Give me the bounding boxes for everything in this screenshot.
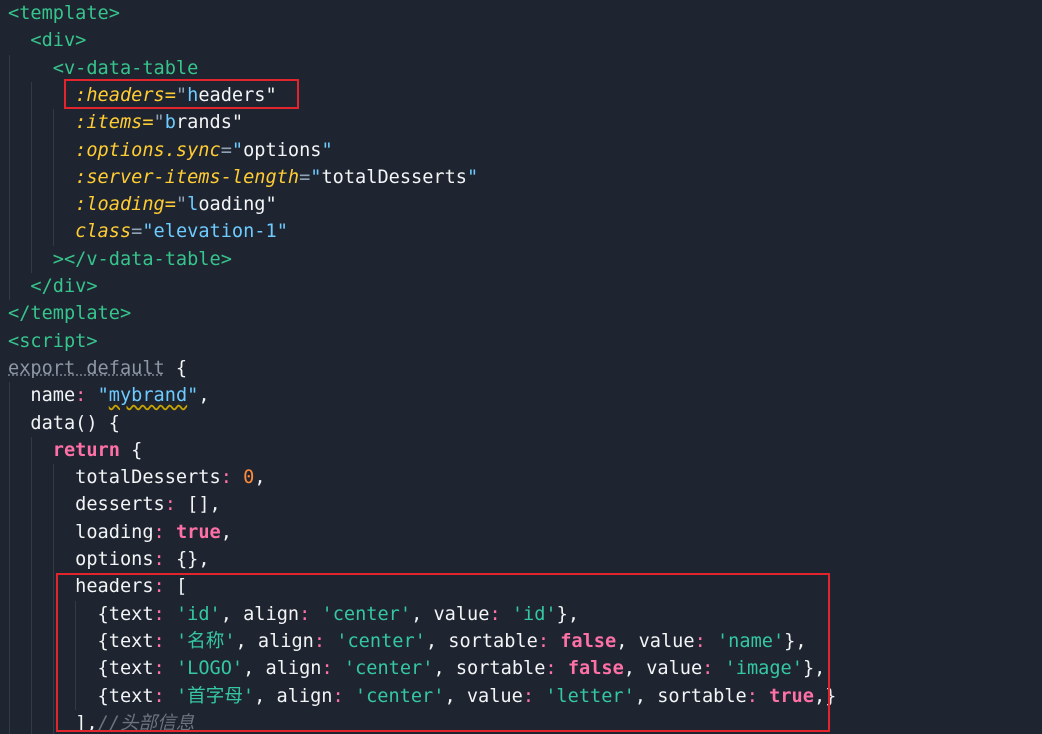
- code-token: () {: [75, 412, 120, 434]
- headers-attribute-highlight: [64, 79, 299, 109]
- code-token: desserts: [75, 494, 165, 516]
- code-line[interactable]: class="elevation-1": [8, 218, 288, 245]
- code-token: "elevation-1": [142, 221, 288, 243]
- code-token: {: [164, 357, 188, 379]
- code-token: name: [30, 385, 76, 407]
- code-token: </template>: [8, 303, 132, 325]
- code-line[interactable]: </template>: [8, 300, 131, 327]
- code-token: totalDesserts: [75, 467, 221, 489]
- code-token: :items=: [75, 112, 154, 134]
- code-token: ": [187, 385, 199, 407]
- code-line[interactable]: :server-items-length="totalDesserts": [8, 164, 478, 191]
- code-token: loading: [75, 521, 154, 543]
- code-line[interactable]: <div>: [8, 27, 86, 54]
- code-token: :options.sync: [75, 139, 221, 161]
- code-line[interactable]: <v-data-table: [8, 55, 199, 82]
- code-token: ,: [220, 521, 232, 543]
- code-token: b: [164, 112, 176, 134]
- code-token: ></v-data-table>: [52, 248, 232, 270]
- code-token: :: [75, 385, 87, 407]
- code-editor[interactable]: <template> <div> <v-data-table :headers=…: [0, 0, 1042, 734]
- code-token: {: [119, 439, 143, 461]
- code-token: :: [164, 494, 176, 516]
- code-token: {},: [164, 549, 210, 570]
- code-token: ,: [198, 385, 210, 407]
- code-token: return: [52, 439, 120, 461]
- code-token: ": [310, 166, 322, 188]
- code-token: :server-items-length: [75, 166, 300, 188]
- code-token: <v-data-table: [52, 57, 199, 79]
- code-line[interactable]: options: {},: [8, 546, 210, 573]
- code-token: l: [187, 194, 199, 216]
- code-token: [],: [175, 494, 221, 516]
- code-token: :: [153, 549, 165, 570]
- code-token: ,: [254, 467, 266, 489]
- code-token: rands": [175, 112, 244, 134]
- code-token: ": [467, 166, 479, 188]
- code-line[interactable]: :items="brands": [8, 109, 243, 136]
- code-line[interactable]: <script>: [8, 328, 98, 355]
- code-line[interactable]: data() {: [8, 410, 120, 437]
- code-line[interactable]: return {: [8, 437, 143, 464]
- code-token: =: [299, 166, 311, 188]
- code-token: export default: [8, 357, 165, 379]
- code-token: options: [75, 549, 154, 570]
- code-token: data: [30, 412, 76, 434]
- code-token: ": [175, 194, 188, 216]
- code-token: true: [175, 521, 221, 543]
- code-token: =: [220, 139, 232, 161]
- code-line[interactable]: loading: true,: [8, 519, 232, 546]
- code-token: :: [153, 521, 165, 543]
- code-token: <template>: [8, 3, 120, 24]
- code-token: ": [97, 385, 109, 407]
- code-line[interactable]: ></v-data-table>: [8, 246, 232, 273]
- code-line[interactable]: </div>: [8, 273, 98, 300]
- code-line[interactable]: totalDesserts: 0,: [8, 464, 266, 491]
- code-line[interactable]: <template>: [8, 0, 120, 27]
- code-line[interactable]: export default {: [8, 355, 187, 382]
- code-token: </div>: [30, 276, 98, 297]
- code-token: oading": [198, 194, 277, 216]
- code-token: ": [231, 139, 244, 161]
- code-line[interactable]: name: "mybrand",: [8, 382, 210, 409]
- code-line[interactable]: :options.sync="options": [8, 137, 333, 164]
- code-token: 0: [243, 467, 255, 489]
- code-token: :: [220, 467, 232, 489]
- code-token: options: [243, 139, 322, 161]
- code-token: mybrand: [108, 385, 188, 407]
- code-token: totalDesserts: [321, 166, 467, 188]
- code-line[interactable]: desserts: [],: [8, 491, 221, 518]
- code-token: =: [131, 221, 143, 243]
- code-token: ": [321, 139, 333, 161]
- code-token: ": [153, 112, 165, 134]
- code-token: <div>: [30, 30, 87, 52]
- code-token: :loading=: [75, 194, 176, 216]
- code-token: <script>: [8, 330, 98, 352]
- code-line[interactable]: :loading="loading": [8, 191, 277, 218]
- code-token: class: [75, 221, 132, 243]
- headers-array-highlight: [56, 573, 830, 732]
